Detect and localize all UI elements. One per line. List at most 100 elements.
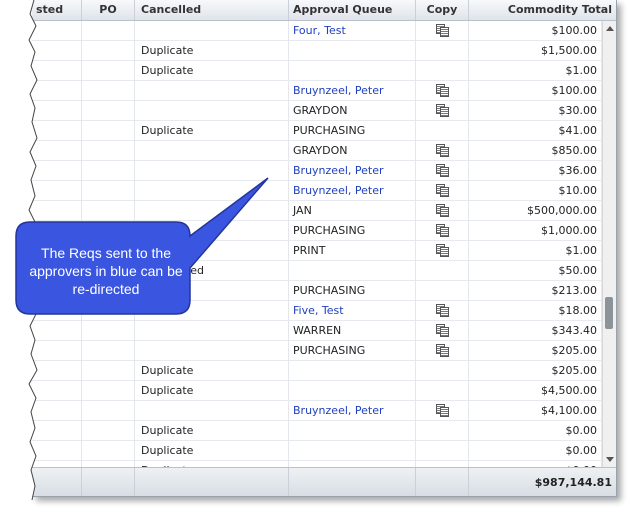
cell-po xyxy=(82,361,135,381)
table-row[interactable]: Duplicate $1,500.00 xyxy=(32,41,602,61)
cell-po xyxy=(82,201,135,221)
cell-commodity-total: $41.00 xyxy=(469,121,602,141)
cell-copy xyxy=(416,101,469,121)
copy-icon[interactable] xyxy=(436,163,449,177)
cell-po xyxy=(82,221,135,241)
table-row[interactable]: GRAYDON $850.00 xyxy=(32,141,602,161)
scroll-up-arrow-icon[interactable] xyxy=(606,26,614,31)
cell-commodity-total: $100.00 xyxy=(469,81,602,101)
vertical-scrollbar[interactable] xyxy=(602,21,616,467)
scroll-down-arrow-icon[interactable] xyxy=(606,457,614,462)
cell-po xyxy=(82,61,135,81)
cell-po xyxy=(82,181,135,201)
cell-cancelled xyxy=(135,181,289,201)
cell-approval-queue: PURCHASING xyxy=(289,341,416,361)
table-row[interactable]: PURCHASING $1,000.00 xyxy=(32,221,602,241)
column-header-po[interactable]: PO xyxy=(82,0,135,20)
cell-copy xyxy=(416,201,469,221)
table-row[interactable]: Duplicate $1.00 xyxy=(32,61,602,81)
column-header-approval-queue[interactable]: Approval Queue xyxy=(289,0,416,20)
copy-icon[interactable] xyxy=(436,143,449,157)
cell-copy xyxy=(416,141,469,161)
scrollbar-thumb[interactable] xyxy=(605,297,613,329)
column-header-copy[interactable]: Copy xyxy=(416,0,469,20)
grand-total: $987,144.81 xyxy=(534,476,612,489)
cell-cancelled xyxy=(135,341,289,361)
cell-copy xyxy=(416,401,469,421)
cell-copy xyxy=(416,301,469,321)
cell-approval-queue[interactable]: Bruynzeel, Peter xyxy=(289,401,416,421)
cell-cancelled: Duplicate xyxy=(135,381,289,401)
copy-icon[interactable] xyxy=(436,303,449,317)
cell-approval-queue[interactable]: Five, Test xyxy=(289,301,416,321)
cell-po xyxy=(82,441,135,461)
cell-approval-queue: GRAYDON xyxy=(289,101,416,121)
copy-icon[interactable] xyxy=(436,403,449,417)
table-row[interactable]: Duplicate $4,500.00 xyxy=(32,381,602,401)
table-row[interactable]: Duplicate $0.00 xyxy=(32,441,602,461)
cell-copy xyxy=(416,241,469,261)
cell-po xyxy=(82,81,135,101)
table-row[interactable]: Bruynzeel, Peter $100.00 xyxy=(32,81,602,101)
cell-po xyxy=(82,401,135,421)
cell-commodity-total: $850.00 xyxy=(469,141,602,161)
cell-po xyxy=(82,421,135,441)
copy-icon[interactable] xyxy=(436,343,449,357)
cell-approval-queue: PURCHASING xyxy=(289,121,416,141)
cell-approval-queue[interactable]: Bruynzeel, Peter xyxy=(289,181,416,201)
cell-approval-queue xyxy=(289,261,416,281)
cell-cancelled: Duplicate xyxy=(135,61,289,81)
cell-cancelled: Duplicate xyxy=(135,41,289,61)
cell-po xyxy=(82,161,135,181)
copy-icon[interactable] xyxy=(436,83,449,97)
grid-header: sted PO Cancelled Approval Queue Copy Co… xyxy=(32,0,616,21)
column-header-commodity-total[interactable]: Commodity Total xyxy=(469,0,616,20)
table-row[interactable]: Four, Test $100.00 xyxy=(32,21,602,41)
copy-icon[interactable] xyxy=(436,243,449,257)
cell-approval-queue xyxy=(289,421,416,441)
cell-cancelled xyxy=(135,301,289,321)
table-row[interactable]: Bruynzeel, Peter $4,100.00 xyxy=(32,401,602,421)
cell-po xyxy=(82,101,135,121)
table-row[interactable]: Duplicate $0.00 xyxy=(32,421,602,441)
cell-po xyxy=(82,341,135,361)
cell-commodity-total: $500,000.00 xyxy=(469,201,602,221)
cell-commodity-total: $100.00 xyxy=(469,21,602,41)
column-header-cancelled[interactable]: Cancelled xyxy=(135,0,289,20)
cell-commodity-total: $50.00 xyxy=(469,261,602,281)
copy-icon[interactable] xyxy=(436,183,449,197)
cell-po xyxy=(82,21,135,41)
cell-commodity-total: $18.00 xyxy=(469,301,602,321)
cell-approval-queue[interactable]: Bruynzeel, Peter xyxy=(289,161,416,181)
table-row[interactable]: Bruynzeel, Peter $10.00 xyxy=(32,181,602,201)
table-row[interactable]: PURCHASING $205.00 xyxy=(32,341,602,361)
callout-text: The Reqs sent to the approvers in blue c… xyxy=(29,245,183,297)
cell-po xyxy=(82,301,135,321)
copy-icon[interactable] xyxy=(436,103,449,117)
cell-approval-queue xyxy=(289,441,416,461)
copy-icon[interactable] xyxy=(436,23,449,37)
cell-commodity-total: $343.40 xyxy=(469,321,602,341)
cell-approval-queue[interactable]: Bruynzeel, Peter xyxy=(289,81,416,101)
cell-commodity-total: $0.00 xyxy=(469,441,602,461)
table-row[interactable]: Duplicate PURCHASING $41.00 xyxy=(32,121,602,141)
cell-copy xyxy=(416,21,469,41)
copy-icon[interactable] xyxy=(436,203,449,217)
cell-copy xyxy=(416,161,469,181)
table-row[interactable]: Bruynzeel, Peter $36.00 xyxy=(32,161,602,181)
cell-po xyxy=(82,321,135,341)
cell-approval-queue: WARREN xyxy=(289,321,416,341)
cell-copy xyxy=(416,321,469,341)
cell-commodity-total: $10.00 xyxy=(469,181,602,201)
cell-cancelled: Duplicate xyxy=(135,121,289,141)
table-row[interactable]: Five, Test $18.00 xyxy=(32,301,602,321)
copy-icon[interactable] xyxy=(436,223,449,237)
cell-approval-queue[interactable]: Four, Test xyxy=(289,21,416,41)
cell-commodity-total: $0.00 xyxy=(469,421,602,441)
table-row[interactable]: GRAYDON $30.00 xyxy=(32,101,602,121)
copy-icon[interactable] xyxy=(436,323,449,337)
table-row[interactable]: Duplicate $205.00 xyxy=(32,361,602,381)
cell-po xyxy=(82,381,135,401)
table-row[interactable]: JAN $500,000.00 xyxy=(32,201,602,221)
table-row[interactable]: WARREN $343.40 xyxy=(32,321,602,341)
